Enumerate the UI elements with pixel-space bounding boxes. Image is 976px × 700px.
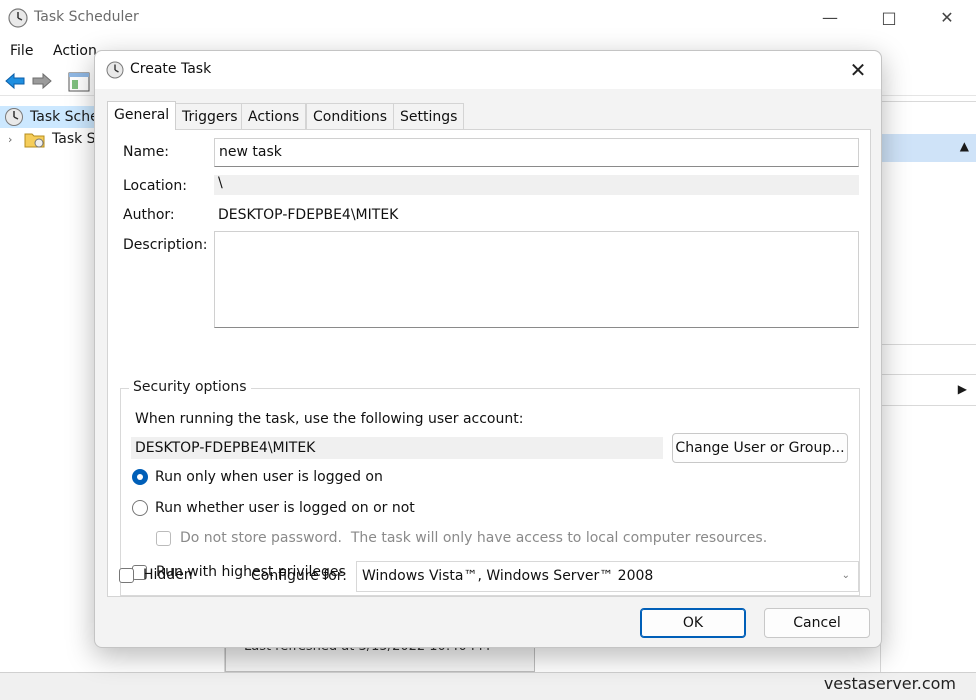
menu-action[interactable]: Action	[53, 43, 97, 59]
configure-for-label: Configure for:	[251, 568, 348, 584]
location-value: \	[214, 175, 859, 195]
main-close-icon[interactable]: ✕	[935, 6, 959, 30]
tab-general[interactable]: General	[107, 101, 177, 130]
radio-run-whether-label: Run whether user is logged on or not	[155, 500, 415, 516]
back-arrow-icon[interactable]	[4, 70, 26, 92]
general-tab-panel: Name: new task Location: \ Author: DESKT…	[107, 129, 871, 597]
dialog-close-icon[interactable]: ✕	[845, 57, 871, 83]
description-textarea[interactable]	[214, 231, 859, 328]
user-account-value: DESKTOP-FDEPBE4\MITEK	[131, 437, 663, 459]
chevron-right-icon[interactable]: ›	[8, 133, 24, 146]
actions-pane-submenu[interactable]: ▶	[881, 374, 976, 406]
checkbox-disabled	[156, 530, 171, 546]
radio-run-logged-on[interactable]: Run only when user is logged on	[132, 469, 383, 485]
collapse-up-icon[interactable]: ▲	[960, 139, 969, 153]
account-prompt: When running the task, use the following…	[135, 411, 524, 427]
create-task-dialog: Create Task ✕ General Triggers Actions C…	[94, 50, 882, 648]
dialog-titlebar: Create Task ✕	[95, 51, 881, 89]
dialog-title: Create Task	[130, 61, 212, 77]
forward-arrow-icon[interactable]	[31, 70, 53, 92]
main-window-title: Task Scheduler	[34, 9, 139, 25]
checkbox-unchecked[interactable]	[119, 567, 134, 583]
menu-file[interactable]: File	[10, 43, 33, 59]
name-label: Name:	[123, 144, 170, 160]
actions-pane: ▲ ▶	[880, 96, 976, 672]
tab-conditions[interactable]: Conditions	[306, 103, 395, 129]
clock-icon	[5, 108, 23, 126]
do-not-store-password-label: Do not store password. The task will onl…	[180, 530, 768, 546]
tab-settings[interactable]: Settings	[393, 103, 465, 129]
folder-clock-icon	[24, 133, 45, 148]
minimize-icon[interactable]: —	[818, 6, 842, 30]
location-label: Location:	[123, 178, 187, 194]
chevron-down-icon[interactable]: ⌄	[842, 570, 850, 581]
security-options-legend: Security options	[129, 379, 251, 395]
ok-button[interactable]: OK	[640, 608, 746, 638]
description-label: Description:	[123, 237, 208, 253]
name-input[interactable]: new task	[214, 138, 859, 167]
divider	[881, 344, 976, 345]
radio-run-whether-logged-on[interactable]: Run whether user is logged on or not	[132, 500, 415, 516]
console-tree-icon[interactable]	[68, 72, 90, 92]
checkbox-do-not-store-password: Do not store password. The task will onl…	[156, 530, 767, 546]
author-label: Author:	[123, 207, 175, 223]
clock-icon	[8, 8, 28, 28]
change-user-button[interactable]: Change User or Group...	[672, 433, 848, 463]
hidden-label: Hidden	[143, 567, 193, 583]
clock-icon	[106, 61, 124, 79]
watermark-text: vestaserver.com	[823, 674, 956, 693]
radio-unselected[interactable]	[132, 500, 148, 516]
maximize-icon[interactable]: □	[877, 6, 901, 30]
cancel-button[interactable]: Cancel	[764, 608, 870, 638]
actions-pane-section[interactable]: ▲	[881, 134, 976, 162]
radio-run-logged-on-label: Run only when user is logged on	[155, 469, 383, 485]
radio-selected[interactable]	[132, 469, 148, 485]
actions-pane-header-line	[881, 96, 976, 102]
tab-triggers[interactable]: Triggers	[175, 103, 245, 129]
author-value: DESKTOP-FDEPBE4\MITEK	[218, 207, 399, 223]
configure-for-value: Windows Vista™, Windows Server™ 2008	[362, 568, 654, 584]
submenu-right-icon[interactable]: ▶	[958, 382, 967, 396]
tab-actions[interactable]: Actions	[241, 103, 307, 129]
main-titlebar: Task Scheduler — □ ✕	[0, 0, 976, 36]
configure-for-select[interactable]: Windows Vista™, Windows Server™ 2008 ⌄	[356, 561, 859, 592]
checkbox-hidden[interactable]: Hidden	[119, 567, 193, 583]
